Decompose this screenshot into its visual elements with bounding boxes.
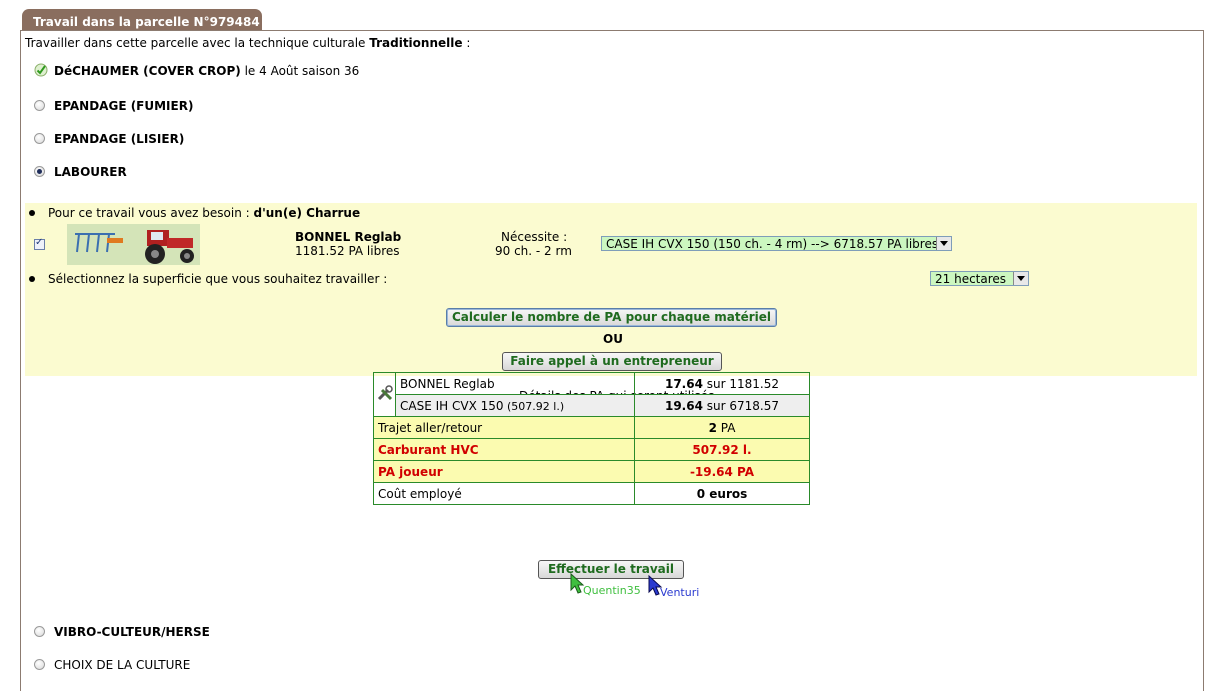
radio-choix-culture[interactable] [34,659,45,670]
machine-pa: 1181.52 PA libres [295,244,400,258]
row-label: Carburant HVC [373,438,635,461]
necessite-label: Nécessite : [501,230,568,244]
row-label: Coût employé [373,482,635,505]
machine-checkbox[interactable] [34,237,45,250]
done-check-icon [34,63,48,77]
parcel-tab: Travail dans la parcelle N°979484 [22,9,262,31]
row-value: 0 euros [634,482,810,505]
machine-name: BONNEL Reglab [295,230,402,244]
row-value: 2 PA [634,416,810,439]
bullet [29,276,35,282]
superficie-label: Sélectionnez la superficie que vous souh… [48,272,388,286]
row-value: 507.92 l. [634,438,810,461]
table-row: PA joueur -19.64 PA [373,460,810,483]
radio-epandage-fumier[interactable] [34,100,45,111]
row-value: -19.64 PA [634,460,810,483]
table-row: Carburant HVC 507.92 l. [373,438,810,461]
table-row: CASE IH CVX 150 (507.92 l.) 19.64 sur 67… [373,394,810,417]
cursor-user-quentin: Quentin35 [583,584,641,597]
option-epandage-fumier-label: EPANDAGE (FUMIER) [54,99,194,113]
superficie-select[interactable]: 21 hectares [930,271,1029,286]
table-row: Trajet aller/retour 2 PA [373,416,810,439]
calculer-button[interactable]: Calculer le nombre de PA pour chaque mat… [446,308,777,327]
row-label: CASE IH CVX 150 (507.92 l.) [395,394,635,417]
necessite-value: 90 ch. - 2 rm [495,244,572,258]
chevron-down-icon[interactable] [936,237,951,250]
option-epandage-lisier-label: EPANDAGE (LISIER) [54,132,185,146]
parcel-tab-title: Travail dans la parcelle N°979484 [33,15,260,29]
option-dechaumer-label: DéCHAUMER (COVER CROP) le 4 Août saison … [54,64,360,78]
chevron-down-icon[interactable] [1013,272,1028,285]
tools-icon [373,372,396,417]
table-row: Coût employé 0 euros [373,482,810,505]
table-row: BONNEL Reglab 17.64 sur 1181.52 [373,372,810,417]
row-value: 17.64 sur 1181.52 [634,372,810,395]
option-choix-culture-label: CHOIX DE LA CULTURE [54,658,191,672]
bullet [29,210,35,216]
radio-labourer[interactable] [34,166,45,177]
cursor-user-venturi: Venturi [660,586,700,599]
besoin-text: Pour ce travail vous avez besoin : d'un(… [48,206,361,220]
technique-name: Traditionnelle [369,36,463,50]
labourer-details-panel [25,203,1197,376]
radio-vibro[interactable] [34,626,45,637]
tractor-select[interactable]: CASE IH CVX 150 (150 ch. - 4 rm) --> 671… [601,236,952,251]
row-label: Trajet aller/retour [373,416,635,439]
radio-epandage-lisier[interactable] [34,133,45,144]
row-value: 19.64 sur 6718.57 [634,394,810,417]
row-label: PA joueur [373,460,635,483]
machine-image [67,224,200,265]
option-vibro-label: VIBRO-CULTEUR/HERSE [54,625,210,639]
pa-details-table: BONNEL Reglab 17.64 sur 1181.52 CASE IH … [373,372,810,505]
ou-text: OU [603,332,623,346]
entrepreneur-button[interactable]: Faire appel à un entrepreneur [502,352,722,371]
row-label: BONNEL Reglab [395,372,635,395]
option-labourer-label: LABOURER [54,165,127,179]
intro-text: Travailler dans cette parcelle avec la t… [25,36,471,50]
